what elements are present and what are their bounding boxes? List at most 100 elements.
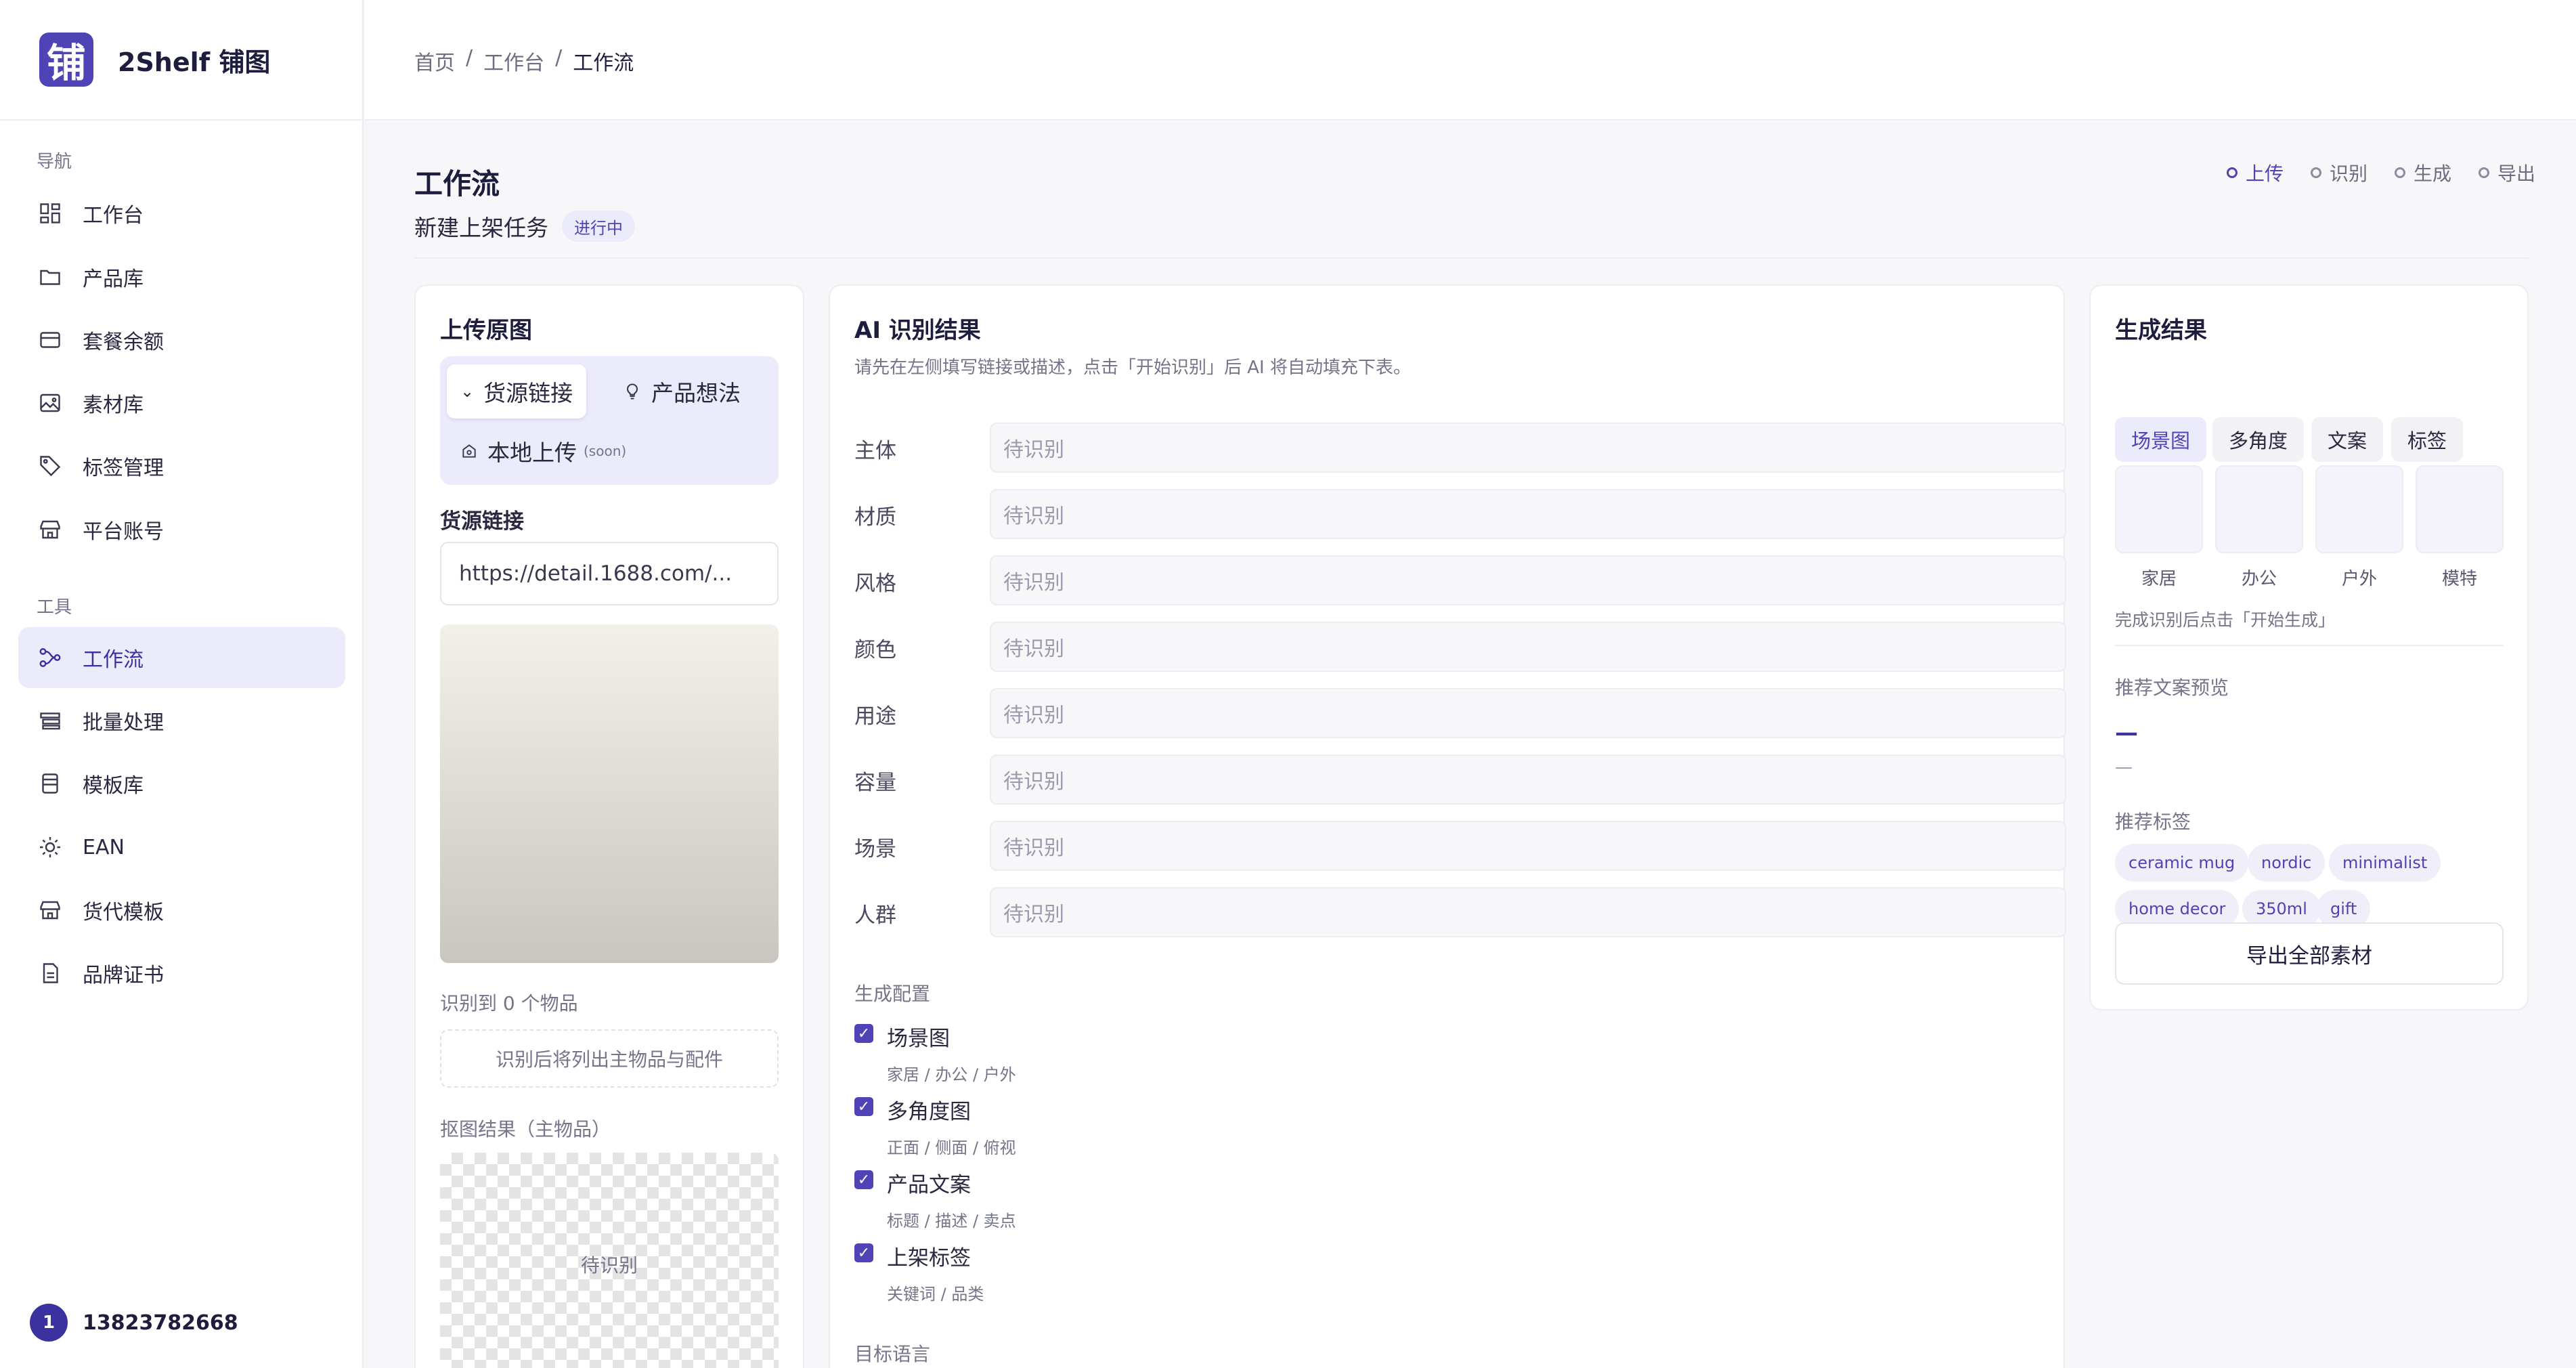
config-desc: 正面 / 侧面 / 俯视 — [887, 1138, 1016, 1157]
field-key: 风格 — [854, 572, 896, 596]
breadcrumb: 首页 / 工作台 / 工作流 — [414, 46, 634, 76]
upload-title: 上传原图 — [440, 317, 532, 344]
cutout-preview: 待识别 — [440, 1153, 779, 1368]
recognized-items-placeholder: 识别后将列出主物品与配件 — [440, 1029, 779, 1088]
tab-tags[interactable]: 标签 — [2391, 417, 2464, 462]
sidebar-item-workflow[interactable]: 工作流 — [18, 627, 345, 688]
field-value-input[interactable]: 待识别 — [990, 489, 2066, 539]
home-upload-icon — [462, 444, 476, 458]
sidebar-item-assets[interactable]: 素材库 — [18, 372, 345, 433]
image-icon — [40, 393, 60, 412]
field-row-usage: 用途 待识别 — [854, 688, 2066, 738]
sidebar-item-products[interactable]: 产品库 — [18, 247, 345, 307]
mode-local-button[interactable]: 本地上传 (soon) — [447, 424, 640, 478]
sidebar-item-plan[interactable]: 套餐余额 — [18, 309, 345, 370]
sidebar: 铺 2Shelf 铺图 导航 工作台 产品库 套餐余额 素材库 标签管理 平台账… — [0, 0, 364, 1368]
nav-section-label: 导航 — [37, 152, 72, 172]
tag-icon — [40, 456, 61, 477]
thumb-label: 模特 — [2441, 569, 2477, 589]
tags-label: 推荐标签 — [2115, 811, 2191, 833]
step-generate[interactable]: 生成 — [2394, 159, 2451, 186]
tools-section-label: 工具 — [37, 597, 72, 618]
breadcrumb-home[interactable]: 首页 — [414, 46, 455, 76]
thumb-home[interactable] — [2115, 465, 2203, 553]
sidebar-item-dashboard[interactable]: 工作台 — [18, 183, 345, 244]
tag-chip[interactable]: minimalist — [2329, 844, 2441, 882]
breadcrumb-current: 工作流 — [573, 51, 634, 75]
sidebar-item-label: 品牌证书 — [83, 964, 164, 987]
step-recognize[interactable]: 识别 — [2310, 159, 2367, 186]
sidebar-item-label: 模板库 — [83, 774, 144, 798]
field-value-input[interactable]: 待识别 — [990, 688, 2066, 738]
status-badge: 进行中 — [562, 211, 635, 242]
sidebar-item-accounts[interactable]: 平台账号 — [18, 499, 345, 560]
sidebar-item-label: 产品库 — [83, 268, 144, 291]
sidebar-item-ean[interactable]: EAN — [18, 817, 345, 878]
upload-card: 上传原图 ⌄ 货源链接 产品想法 本地上传 (soon) 货源链接 https:… — [414, 284, 804, 1368]
thumb-outdoor[interactable] — [2315, 465, 2403, 553]
field-value-input[interactable]: 待识别 — [990, 423, 2066, 473]
sidebar-item-label: 平台账号 — [83, 520, 164, 544]
field-value-input[interactable]: 待识别 — [990, 555, 2066, 605]
mode-label: 本地上传 — [487, 440, 577, 466]
thumb-model[interactable] — [2416, 465, 2504, 553]
config-tags-checkbox[interactable]: ✓ 上架标签 关键词 / 品类 — [854, 1241, 984, 1304]
store-icon — [40, 520, 60, 539]
sidebar-item-label: 套餐余额 — [83, 330, 164, 354]
field-row-scene: 场景 待识别 — [854, 821, 2066, 871]
field-value-input[interactable]: 待识别 — [990, 754, 2066, 805]
export-all-button[interactable]: 导出全部素材 — [2115, 922, 2504, 985]
user-name: 13823782668 — [83, 1310, 238, 1335]
mode-idea-button[interactable]: 产品想法 — [609, 364, 754, 419]
mode-link-button[interactable]: ⌄ 货源链接 — [447, 364, 587, 419]
check-icon: ✓ — [854, 1170, 873, 1189]
sidebar-item-forwarder[interactable]: 货代模板 — [18, 880, 345, 941]
field-value-input[interactable]: 待识别 — [990, 622, 2066, 672]
soon-note: (soon) — [584, 443, 627, 459]
breadcrumb-separator: / — [466, 46, 473, 70]
field-row-color: 颜色 待识别 — [854, 622, 2066, 672]
source-mode-toggle: ⌄ 货源链接 产品想法 本地上传 (soon) — [440, 356, 779, 485]
sidebar-item-brand-cert[interactable]: 品牌证书 — [18, 943, 345, 1004]
task-name: 新建上架任务 — [414, 215, 548, 241]
sidebar-item-label: 批量处理 — [83, 711, 164, 735]
cutout-label: 抠图结果（主物品） — [440, 1118, 611, 1140]
tab-copy[interactable]: 文案 — [2311, 417, 2384, 462]
sidebar-item-tags[interactable]: 标签管理 — [18, 435, 345, 496]
step-export[interactable]: 导出 — [2478, 159, 2535, 186]
sidebar-item-label: 货代模板 — [83, 901, 164, 924]
document-icon — [43, 963, 58, 983]
tab-scene[interactable]: 场景图 — [2115, 417, 2207, 462]
sidebar-item-templates[interactable]: 模板库 — [18, 753, 345, 814]
field-row-subject: 主体 待识别 — [854, 423, 2066, 473]
field-row-capacity: 容量 待识别 — [854, 754, 2066, 805]
config-angles-checkbox[interactable]: ✓ 多角度图 正面 / 侧面 / 俯视 — [854, 1094, 1016, 1158]
sidebar-item-label: EAN — [83, 835, 125, 859]
tag-chip[interactable]: nordic — [2248, 844, 2326, 882]
tag-chip[interactable]: ceramic mug — [2115, 844, 2249, 882]
source-link-input[interactable]: https://detail.1688.com/... — [440, 542, 779, 605]
config-scene-checkbox[interactable]: ✓ 场景图 家居 / 办公 / 户外 — [854, 1021, 1016, 1085]
breadcrumb-dashboard[interactable]: 工作台 — [483, 46, 544, 76]
step-upload[interactable]: 上传 — [2226, 159, 2284, 186]
bulb-icon — [626, 383, 638, 400]
step-dot-icon — [2394, 167, 2405, 178]
field-row-material: 材质 待识别 — [854, 489, 2066, 539]
field-value-input[interactable]: 待识别 — [990, 821, 2066, 871]
tab-angles[interactable]: 多角度 — [2212, 417, 2305, 462]
brand[interactable]: 铺 2Shelf 铺图 — [0, 0, 362, 121]
field-value-input[interactable]: 待识别 — [990, 887, 2066, 937]
card-icon — [40, 332, 60, 348]
recognized-count: 识别到 0 个物品 — [440, 992, 578, 1014]
thumb-office[interactable] — [2215, 465, 2303, 553]
user-profile[interactable]: 1 13823782668 — [30, 1304, 238, 1342]
result-divider — [2115, 645, 2504, 646]
page-title: 工作流 — [414, 167, 500, 200]
avatar: 1 — [30, 1304, 68, 1342]
config-desc: 家居 / 办公 / 户外 — [887, 1065, 1016, 1084]
store-icon — [40, 901, 60, 920]
config-copy-checkbox[interactable]: ✓ 产品文案 标题 / 描述 / 卖点 — [854, 1168, 1016, 1231]
sidebar-item-batch[interactable]: 批量处理 — [18, 690, 345, 751]
result-hint: 完成识别后点击「开始生成」 — [2115, 610, 2336, 630]
workflow-steps: 上传 识别 生成 导出 — [2226, 159, 2535, 186]
